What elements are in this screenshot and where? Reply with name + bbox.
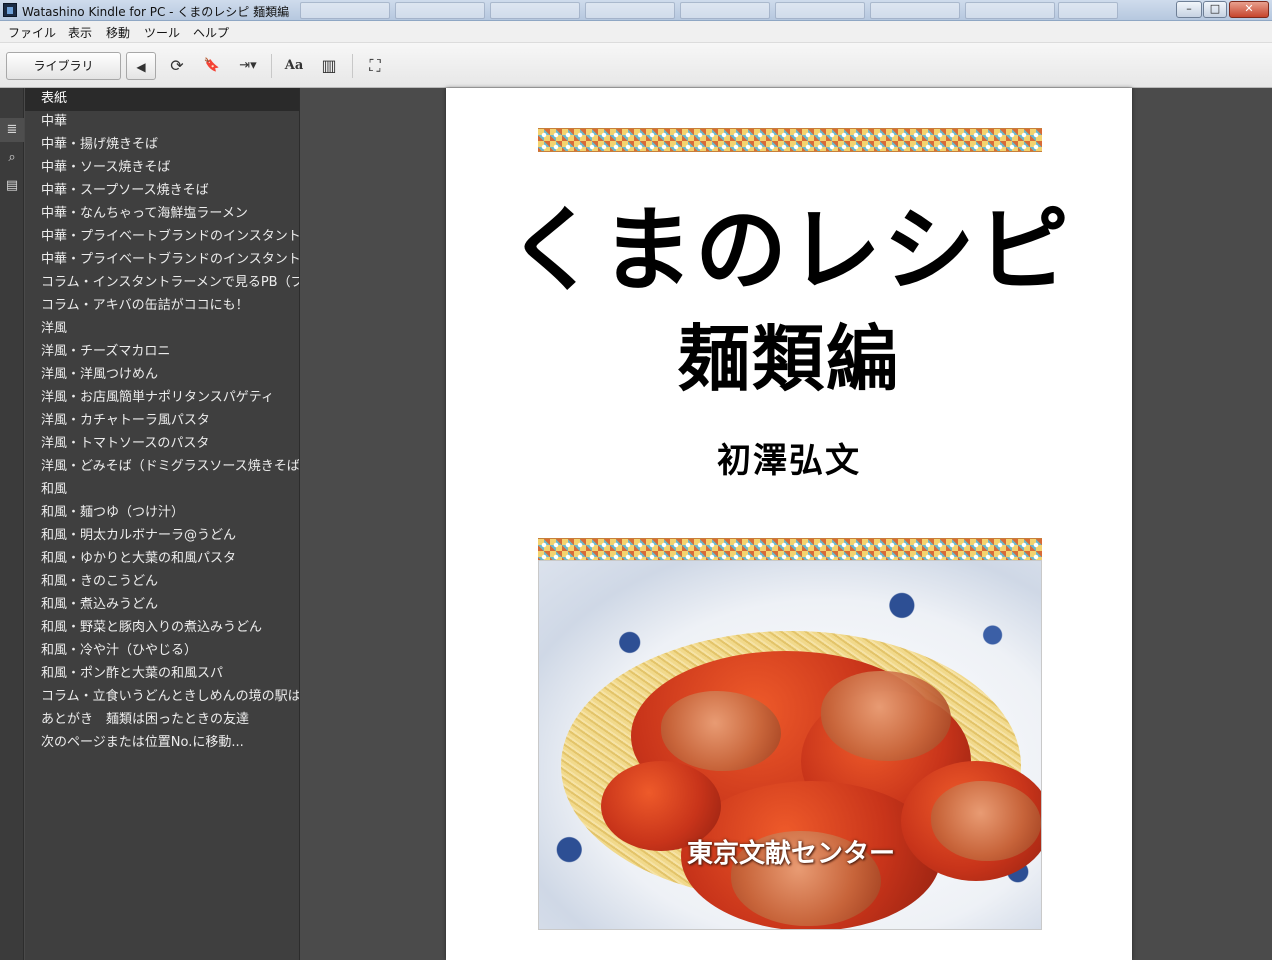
reading-area[interactable]: くまのレシピ 麺類編 初澤弘文 東京文献センター xyxy=(300,88,1272,960)
toc-item[interactable]: 和風・煮込みうどん xyxy=(25,594,299,617)
decorative-border xyxy=(538,538,1042,562)
toc-item[interactable]: 和風・ポン酢と大葉の和風スパ xyxy=(25,663,299,686)
background-tab xyxy=(300,2,390,19)
toc-item[interactable]: コラム・アキバの缶詰がココにも！ xyxy=(25,295,299,318)
toc-item[interactable]: 洋風・トマトソースのパスタ xyxy=(25,433,299,456)
toc-item[interactable]: 洋風・どみそば（ドミグラスソース焼きそば） xyxy=(25,456,299,479)
toc-goto-item[interactable]: 次のページまたは位置No.に移動... xyxy=(25,732,299,755)
toc-item[interactable]: 洋風・洋風つけめん xyxy=(25,364,299,387)
menu-help[interactable]: ヘルプ xyxy=(193,24,229,41)
table-of-contents: 表紙 中華 中華・揚げ焼きそば 中華・ソース焼きそば 中華・スープソース焼きそば… xyxy=(25,88,300,960)
minimize-button[interactable]: – xyxy=(1176,1,1202,18)
library-button[interactable]: ライブラリ xyxy=(6,52,121,80)
background-tab xyxy=(1058,2,1118,19)
toolbar-separator xyxy=(271,54,272,78)
toolbar-separator xyxy=(352,54,353,78)
toc-item[interactable]: 中華・揚げ焼きそば xyxy=(25,134,299,157)
toc-item[interactable]: あとがき 麺類は困ったときの友達 xyxy=(25,709,299,732)
toc-item[interactable]: 和風・麺つゆ（つけ汁） xyxy=(25,502,299,525)
book-author: 初澤弘文 xyxy=(717,441,861,481)
background-tab xyxy=(395,2,485,19)
toc-item[interactable]: 和風・ゆかりと大葉の和風パスタ xyxy=(25,548,299,571)
toc-item[interactable]: 和風 xyxy=(25,479,299,502)
chicken xyxy=(661,691,781,771)
menu-view[interactable]: 表示 xyxy=(68,24,92,41)
cover-photo: 東京文献センター xyxy=(538,560,1042,930)
menu-bar: ファイル 表示 移動 ツール ヘルプ xyxy=(0,21,1272,43)
fullscreen-icon[interactable]: ⛶ xyxy=(360,52,390,80)
sync-icon[interactable]: ⟳ xyxy=(162,52,192,80)
title-bar[interactable]: Watashino Kindle for PC - くまのレシピ 麺類編 – □… xyxy=(0,0,1272,21)
toc-item[interactable]: 中華 xyxy=(25,111,299,134)
toc-item[interactable]: コラム・立食いうどんときしめんの境の駅は xyxy=(25,686,299,709)
publisher-label: 東京文献センター xyxy=(686,839,895,869)
toc-item[interactable]: 洋風・チーズマカロニ xyxy=(25,341,299,364)
close-button[interactable]: ✕ xyxy=(1229,1,1269,18)
toc-item[interactable]: 中華・プライベートブランドのインスタントラーメン xyxy=(25,249,299,272)
toc-item[interactable]: 和風・きのこうどん xyxy=(25,571,299,594)
toc-icon[interactable]: ≣ xyxy=(0,118,24,142)
toc-item[interactable]: コラム・インスタントラーメンで見るPB（プライベートブランド） xyxy=(25,272,299,295)
menu-file[interactable]: ファイル xyxy=(8,24,56,41)
view-mode-icon[interactable]: ▥ xyxy=(314,52,344,80)
toc-item[interactable]: 表紙 xyxy=(25,88,299,111)
toc-item[interactable]: 洋風・カチャトーラ風パスタ xyxy=(25,410,299,433)
search-icon[interactable]: ⌕ xyxy=(0,146,24,170)
background-tab xyxy=(870,2,960,19)
goto-icon[interactable]: ⇥▾ xyxy=(233,52,263,80)
toc-item[interactable]: 中華・ソース焼きそば xyxy=(25,157,299,180)
back-arrow-icon[interactable]: ◀ xyxy=(126,52,156,80)
menu-go[interactable]: 移動 xyxy=(106,24,130,41)
menu-tools[interactable]: ツール xyxy=(144,24,180,41)
toc-item[interactable]: 和風・明太カルボナーラ@うどん xyxy=(25,525,299,548)
background-tab xyxy=(680,2,770,19)
chicken xyxy=(821,671,951,761)
window-title: Watashino Kindle for PC - くまのレシピ 麺類編 xyxy=(22,5,290,19)
toc-item[interactable]: 洋風 xyxy=(25,318,299,341)
background-tab xyxy=(965,2,1055,19)
toc-item[interactable]: 和風・冷や汁（ひやじる） xyxy=(25,640,299,663)
toc-item[interactable]: 和風・野菜と豚肉入りの煮込みうどん xyxy=(25,617,299,640)
toc-item[interactable]: 洋風・お店風簡単ナポリタンスパゲティ xyxy=(25,387,299,410)
toc-item[interactable]: 中華・スープソース焼きそば xyxy=(25,180,299,203)
font-settings-icon[interactable]: Aa xyxy=(279,52,309,80)
book-title: くまのレシピ xyxy=(506,196,1071,304)
maximize-button[interactable]: □ xyxy=(1203,1,1227,18)
background-tab xyxy=(775,2,865,19)
background-tab xyxy=(490,2,580,19)
book-subtitle: 麺類編 xyxy=(677,316,900,401)
toc-item[interactable]: 中華・なんちゃって海鮮塩ラーメン xyxy=(25,203,299,226)
kindle-app-icon xyxy=(3,3,17,17)
bookmark-icon[interactable]: 🔖 xyxy=(197,52,227,80)
toc-list: 表紙 中華 中華・揚げ焼きそば 中華・ソース焼きそば 中華・スープソース焼きそば… xyxy=(25,88,299,755)
background-tab xyxy=(585,2,675,19)
notes-icon[interactable]: ▤ xyxy=(0,174,24,198)
sidebar-icon-strip: ≣ ⌕ ▤ xyxy=(0,88,24,960)
toc-item[interactable]: 中華・プライベートブランドのインスタントラーメン xyxy=(25,226,299,249)
book-page[interactable]: くまのレシピ 麺類編 初澤弘文 東京文献センター xyxy=(446,88,1132,960)
toolbar: ライブラリ ◀ ⟳ 🔖 ⇥▾ Aa ▥ ⛶ xyxy=(0,43,1272,88)
kindle-window: Watashino Kindle for PC - くまのレシピ 麺類編 – □… xyxy=(0,0,1272,960)
decorative-border xyxy=(538,128,1042,152)
